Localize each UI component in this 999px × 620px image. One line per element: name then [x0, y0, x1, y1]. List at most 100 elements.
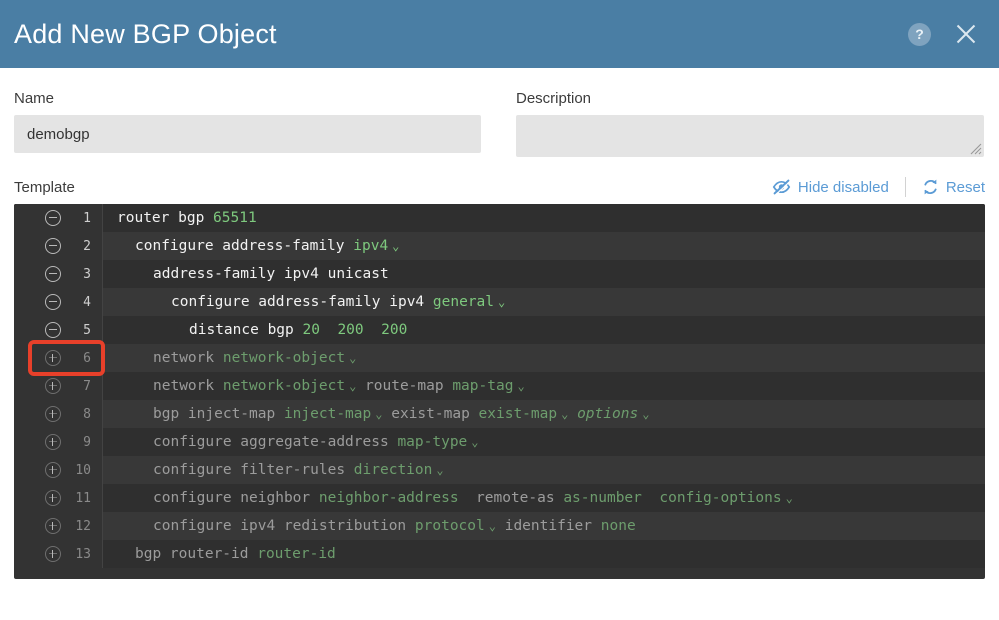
code-line-row[interactable]: 7 network network-object ⌄ route-map map-t…	[14, 372, 985, 400]
code-line-row[interactable]: 10 configure filter-rules direction ⌄	[14, 456, 985, 484]
expand-plus-icon[interactable]	[45, 546, 61, 562]
code-keyword-token: route-map	[356, 378, 453, 394]
code-parameter-token[interactable]: ipv4	[353, 238, 388, 254]
code-line-row[interactable]: 9 configure aggregate-address map-type ⌄	[14, 428, 985, 456]
code-keyword-token: distance bgp	[189, 322, 303, 338]
eye-slash-icon	[772, 179, 791, 195]
code-line-gutter: 11	[14, 484, 103, 512]
code-parameter-token[interactable]: 200	[337, 322, 363, 338]
description-wrapper	[516, 115, 984, 157]
collapse-minus-icon[interactable]	[45, 294, 61, 310]
code-keyword-token	[364, 322, 381, 338]
expand-plus-icon[interactable]	[45, 378, 61, 394]
code-parameter-token[interactable]: none	[601, 518, 636, 534]
description-textarea[interactable]	[516, 115, 984, 157]
collapse-minus-icon[interactable]	[45, 210, 61, 226]
code-keyword-token: bgp inject-map	[153, 406, 284, 422]
chevron-down-icon[interactable]: ⌄	[375, 407, 382, 421]
code-line-row[interactable]: 5 distance bgp 20 200 200	[14, 316, 985, 344]
chevron-down-icon[interactable]: ⌄	[392, 239, 399, 253]
line-number: 1	[83, 210, 91, 226]
code-parameter-token[interactable]: map-tag	[452, 378, 513, 394]
expand-plus-icon[interactable]	[45, 434, 61, 450]
chevron-down-icon[interactable]: ⌄	[349, 379, 356, 393]
code-keyword-token: configure ipv4 redistribution	[153, 518, 415, 534]
code-parameter-token[interactable]: 200	[381, 322, 407, 338]
code-parameter-token[interactable]: config-options	[659, 490, 781, 506]
code-line-row[interactable]: 3 address-family ipv4 unicast	[14, 260, 985, 288]
code-keyword-token	[568, 406, 577, 422]
collapse-minus-icon[interactable]	[45, 266, 61, 282]
code-parameter-token[interactable]: inject-map	[284, 406, 371, 422]
line-number: 6	[83, 350, 91, 366]
code-parameter-token[interactable]: as-number	[563, 490, 642, 506]
code-line-row[interactable]: 4 configure address-family ipv4 general ⌄	[14, 288, 985, 316]
code-parameter-token[interactable]: network-object	[223, 378, 345, 394]
code-parameter-token[interactable]: exist-map	[479, 406, 558, 422]
code-parameter-token[interactable]: general	[433, 294, 494, 310]
code-line-row[interactable]: 13 bgp router-id router-id	[14, 540, 985, 568]
chevron-down-icon[interactable]: ⌄	[786, 491, 793, 505]
titlebar-actions: ?	[908, 21, 979, 47]
code-line-row[interactable]: 2 configure address-family ipv4 ⌄	[14, 232, 985, 260]
collapse-minus-icon[interactable]	[45, 322, 61, 338]
code-line-gutter: 7	[14, 372, 103, 400]
code-parameter-token[interactable]: map-type	[397, 434, 467, 450]
code-parameter-token[interactable]: direction	[354, 462, 433, 478]
expand-plus-icon[interactable]	[45, 462, 61, 478]
code-keyword-token: network	[153, 350, 223, 366]
code-line-content: configure aggregate-address map-type ⌄	[103, 434, 479, 450]
template-label: Template	[14, 178, 75, 196]
page-title: Add New BGP Object	[14, 18, 277, 49]
code-parameter-token[interactable]: 65511	[213, 210, 257, 226]
line-number: 10	[75, 462, 91, 478]
code-parameter-token[interactable]: network-object	[223, 350, 345, 366]
close-icon[interactable]	[953, 21, 979, 47]
template-code-editor[interactable]: 1 router bgp 65511 2 configure address-fami…	[14, 204, 985, 579]
chevron-down-icon[interactable]: ⌄	[471, 435, 478, 449]
reset-label: Reset	[945, 178, 985, 196]
expand-plus-icon[interactable]	[45, 350, 61, 366]
expand-plus-icon[interactable]	[45, 518, 61, 534]
code-parameter-token[interactable]: neighbor-address	[319, 490, 459, 506]
line-number: 9	[83, 434, 91, 450]
code-keyword-token: bgp router-id	[135, 546, 258, 562]
chevron-down-icon[interactable]: ⌄	[642, 407, 649, 421]
chevron-down-icon[interactable]: ⌄	[517, 379, 524, 393]
template-toolbar: Template Hide disabled Reset	[14, 177, 985, 197]
name-input[interactable]	[14, 115, 481, 153]
code-line-gutter: 9	[14, 428, 103, 456]
code-line-content: configure address-family ipv4 ⌄	[103, 238, 399, 254]
code-line-row[interactable]: 11 configure neighbor neighbor-address re…	[14, 484, 985, 512]
code-parameter-token[interactable]: protocol	[415, 518, 485, 534]
code-keyword-token: configure filter-rules	[153, 462, 354, 478]
code-parameter-token[interactable]: router-id	[257, 546, 336, 562]
code-line-gutter: 6	[14, 344, 103, 372]
code-line-row[interactable]: 12 configure ipv4 redistribution protocol…	[14, 512, 985, 540]
hide-disabled-button[interactable]: Hide disabled	[772, 179, 889, 196]
code-line-content: network network-object ⌄ route-map map-ta…	[103, 378, 525, 394]
line-number: 5	[83, 322, 91, 338]
expand-plus-icon[interactable]	[45, 406, 61, 422]
code-line-gutter: 13	[14, 540, 103, 568]
collapse-minus-icon[interactable]	[45, 238, 61, 254]
name-label: Name	[14, 90, 55, 107]
code-line-content: address-family ipv4 unicast	[103, 266, 389, 282]
chevron-down-icon[interactable]: ⌄	[349, 351, 356, 365]
reset-button[interactable]: Reset	[922, 178, 985, 196]
code-line-row[interactable]: 8 bgp inject-map inject-map ⌄ exist-map ex…	[14, 400, 985, 428]
chevron-down-icon[interactable]: ⌄	[489, 519, 496, 533]
code-line-content: router bgp 65511	[103, 210, 257, 226]
chevron-down-icon[interactable]: ⌄	[498, 295, 505, 309]
code-parameter-token[interactable]: 20	[303, 322, 320, 338]
code-parameter-token[interactable]: options	[577, 406, 638, 422]
code-line-gutter: 1	[14, 204, 103, 232]
code-line-gutter: 5	[14, 316, 103, 344]
code-line-row[interactable]: 6 network network-object ⌄	[14, 344, 985, 372]
form-area: Name Description	[0, 68, 999, 157]
help-circle-icon[interactable]: ?	[908, 22, 931, 46]
expand-plus-icon[interactable]	[45, 490, 61, 506]
code-line-row[interactable]: 1 router bgp 65511	[14, 204, 985, 232]
chevron-down-icon[interactable]: ⌄	[436, 463, 443, 477]
chevron-down-icon[interactable]: ⌄	[561, 407, 568, 421]
